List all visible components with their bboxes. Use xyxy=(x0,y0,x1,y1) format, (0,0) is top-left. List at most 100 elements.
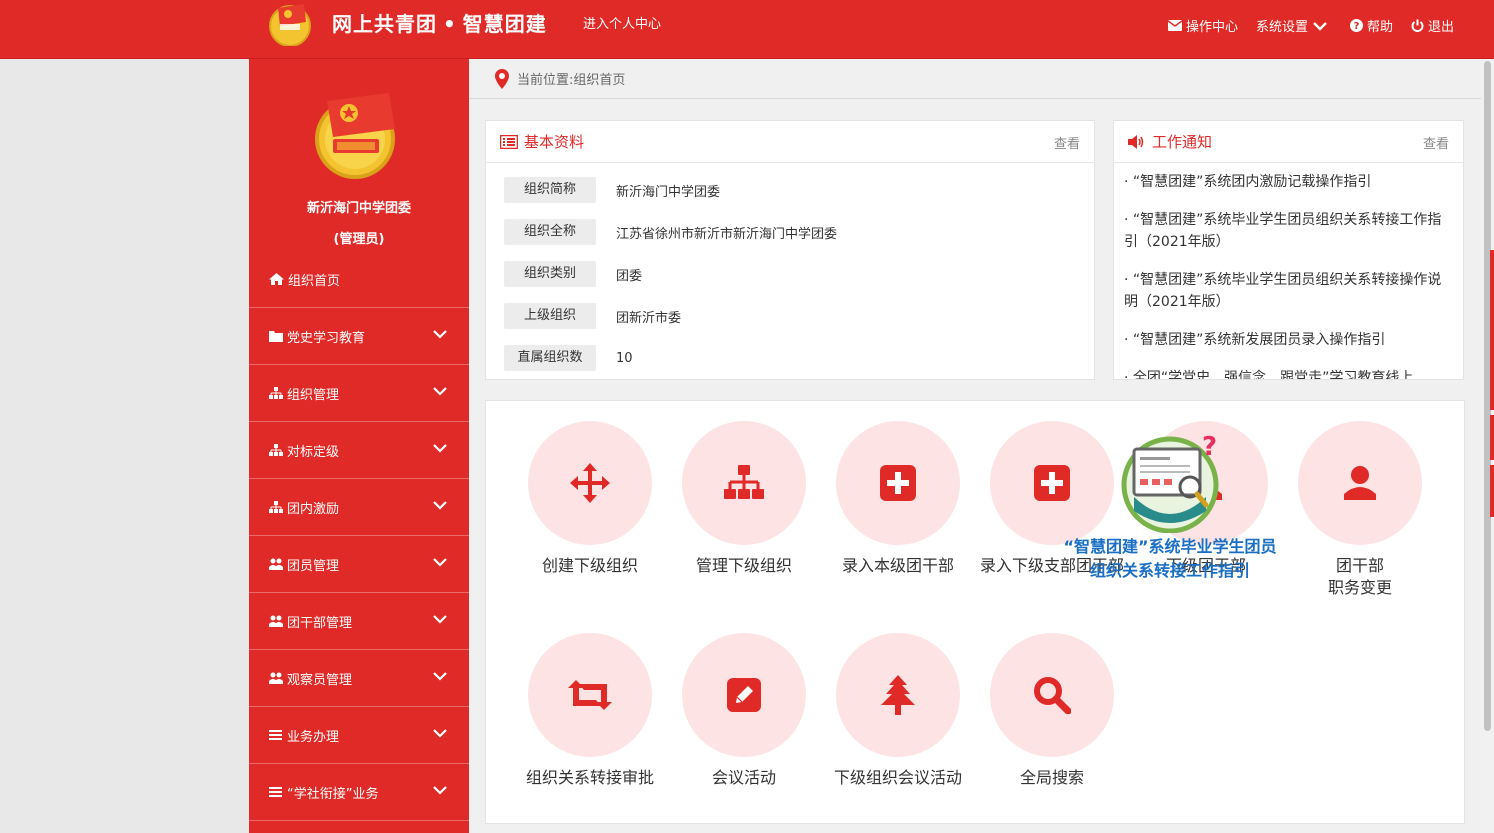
users-icon xyxy=(269,558,283,570)
org-role: (管理员) xyxy=(333,232,385,247)
notice-item[interactable]: · “智慧团建”系统毕业学生团员组织关系转接操作说明（2021年版） xyxy=(1124,269,1454,313)
chevron-down-icon xyxy=(433,672,447,681)
edge-tab[interactable] xyxy=(1490,465,1494,517)
basic-info-view-link[interactable]: 查看 xyxy=(1054,133,1080,152)
info-label: 直属组织数 xyxy=(504,345,596,371)
nav-system-settings[interactable]: 系统设置 xyxy=(1256,16,1332,35)
map-pin-icon xyxy=(495,68,509,89)
info-row: 组织简称 新沂海门中学团委 xyxy=(504,177,720,203)
basic-info-header: 基本资料 查看 xyxy=(486,121,1094,163)
work-notice-view-link[interactable]: 查看 xyxy=(1423,133,1449,152)
brand-title-left: 网上共青团 xyxy=(332,12,437,36)
sidebar-item-incentives[interactable]: 团内激励 xyxy=(249,479,469,536)
chevron-down-icon xyxy=(433,558,447,567)
sidebar-item-label: “学社衔接”业务 xyxy=(287,786,379,802)
quick-manage-sub-org[interactable]: 管理下级组织 xyxy=(669,421,819,577)
quick-sub-org-meeting[interactable]: 下级组织会议活动 xyxy=(823,633,973,789)
sidebar-item-member-management[interactable]: 团员管理 xyxy=(249,536,469,593)
info-value: 团新沂市委 xyxy=(616,310,682,326)
edge-tab[interactable] xyxy=(1490,415,1494,460)
basic-info-title: 基本资料 xyxy=(524,133,585,151)
svg-text:?: ? xyxy=(1354,21,1360,32)
sidebar-item-benchmark-grading[interactable]: 对标定级 xyxy=(249,422,469,479)
sidebar-item-org-management[interactable]: 组织管理 xyxy=(249,365,469,422)
info-label: 组织类别 xyxy=(504,261,596,287)
sidebar-item-school-society[interactable]: “学社衔接”业务 xyxy=(249,764,469,821)
guide-popup-line2: 组织关系转接工作指引 xyxy=(1089,561,1250,580)
chevron-down-icon xyxy=(433,444,447,453)
sidebar-item-home-label: 组织首页 xyxy=(288,273,341,289)
notice-list: · “智慧团建”系统团内激励记载操作指引 · “智慧团建”系统毕业学生团员组织关… xyxy=(1124,171,1454,379)
personal-center-link[interactable]: 进入个人中心 xyxy=(583,13,661,32)
sidebar-item-label: 对标定级 xyxy=(287,444,340,460)
quick-cadre-position-change[interactable]: 团干部 职务变更 xyxy=(1285,421,1435,599)
league-emblem-avatar xyxy=(315,93,395,179)
help-icon: ? xyxy=(1349,19,1363,32)
list-alt-icon xyxy=(500,134,518,149)
power-icon xyxy=(1411,19,1424,32)
edit-icon xyxy=(727,678,761,712)
brand-title: 网上共青团 • 智慧团建 xyxy=(332,8,547,37)
quick-action-label: 管理下级组织 xyxy=(695,556,792,575)
chevron-down-icon xyxy=(433,330,447,339)
sidebar-item-business[interactable]: 业务办理 xyxy=(249,707,469,764)
quick-global-search[interactable]: 全局搜索 xyxy=(977,633,1127,789)
notice-item[interactable]: · 全团“学党史、强信念、跟党走”学习教育线上 xyxy=(1124,367,1454,379)
svg-text:?: ? xyxy=(1202,435,1217,462)
notice-item[interactable]: · “智慧团建”系统团内激励记载操作指引 xyxy=(1124,171,1454,193)
sidebar-item-observer-management[interactable]: 观察员管理 xyxy=(249,650,469,707)
sidebar-item-label: 团干部管理 xyxy=(287,615,353,631)
quick-action-circle xyxy=(836,633,960,757)
chevron-down-icon xyxy=(433,786,447,795)
move-icon xyxy=(570,463,610,503)
quick-action-label: 会议活动 xyxy=(711,768,776,787)
quick-transfer-approval[interactable]: 组织关系转接审批 xyxy=(515,633,665,789)
info-label: 上级组织 xyxy=(504,303,596,329)
nav-help[interactable]: ? 帮助 xyxy=(1349,16,1393,35)
quick-action-label: 全局搜索 xyxy=(1019,768,1084,787)
sidebar-item-label: 党史学习教育 xyxy=(287,330,366,346)
quick-action-circle xyxy=(528,421,652,545)
league-emblem-logo xyxy=(269,4,311,46)
home-icon xyxy=(269,273,284,285)
sitemap-icon xyxy=(269,501,283,513)
nav-operation-center[interactable]: 操作中心 xyxy=(1167,16,1238,35)
sidebar-item-home[interactable]: 组织首页 xyxy=(249,251,469,308)
volume-icon xyxy=(1128,134,1144,149)
sidebar-item-cadre-management[interactable]: 团干部管理 xyxy=(249,593,469,650)
top-nav: 操作中心 系统设置 ? 帮助 退出 xyxy=(1150,16,1454,35)
info-row: 上级组织 团新沂市委 xyxy=(504,303,681,329)
nav-logout[interactable]: 退出 xyxy=(1411,16,1454,35)
sidebar-menu: 党史学习教育 组织管理 对标定级 团内激励 团员管理 团干部管理 观察员管理 业… xyxy=(249,308,469,821)
nav-help-label: 帮助 xyxy=(1366,20,1393,35)
info-value: 新沂海门中学团委 xyxy=(616,184,721,200)
work-notice-panel: 工作通知 查看 · “智慧团建”系统团内激励记载操作指引 · “智慧团建”系统毕… xyxy=(1113,120,1464,380)
info-value: 团委 xyxy=(616,268,643,284)
quick-meeting-activity[interactable]: 会议活动 xyxy=(669,633,819,789)
quick-action-circle xyxy=(682,421,806,545)
quick-create-sub-org[interactable]: 创建下级组织 xyxy=(515,421,665,577)
edge-tab[interactable] xyxy=(1490,250,1494,410)
quick-action-label: 创建下级组织 xyxy=(541,556,638,575)
quick-action-label-line2: 职务变更 xyxy=(1327,578,1392,597)
chevron-down-icon xyxy=(433,615,447,624)
basic-info-panel: 基本资料 查看 组织简称 新沂海门中学团委 组织全称 江苏省徐州市新沂市新沂海门… xyxy=(485,120,1095,380)
brand-title-right: 智慧团建 xyxy=(462,12,547,36)
quick-action-circle xyxy=(836,421,960,545)
quick-action-label: 录入本级团干部 xyxy=(841,556,954,575)
main-content: 当前位置:组织首页 基本资料 查看 组织简称 新沂海门中学团委 组织全称 江苏省… xyxy=(469,59,1481,833)
nav-operation-center-label: 操作中心 xyxy=(1185,20,1238,35)
info-label: 组织简称 xyxy=(504,177,596,203)
guide-floating-popup[interactable]: ? “智慧团建”系统毕业学生团员 组织关系转接工作指引 xyxy=(1050,435,1290,585)
quick-add-cadre[interactable]: 录入本级团干部 xyxy=(823,421,973,577)
notice-item[interactable]: · “智慧团建”系统毕业学生团员组织关系转接工作指引（2021年版） xyxy=(1124,209,1454,253)
sitemap-icon xyxy=(269,444,283,456)
sidebar-item-party-history[interactable]: 党史学习教育 xyxy=(249,308,469,365)
quick-action-label: 下级组织会议活动 xyxy=(833,768,962,787)
bars-icon xyxy=(269,730,282,740)
info-value: 江苏省徐州市新沂市新沂海门中学团委 xyxy=(616,226,838,242)
mail-icon xyxy=(1167,20,1182,31)
quick-action-circle xyxy=(990,633,1114,757)
info-row: 直属组织数 10 xyxy=(504,345,633,371)
notice-item[interactable]: · “智慧团建”系统新发展团员录入操作指引 xyxy=(1124,329,1454,351)
